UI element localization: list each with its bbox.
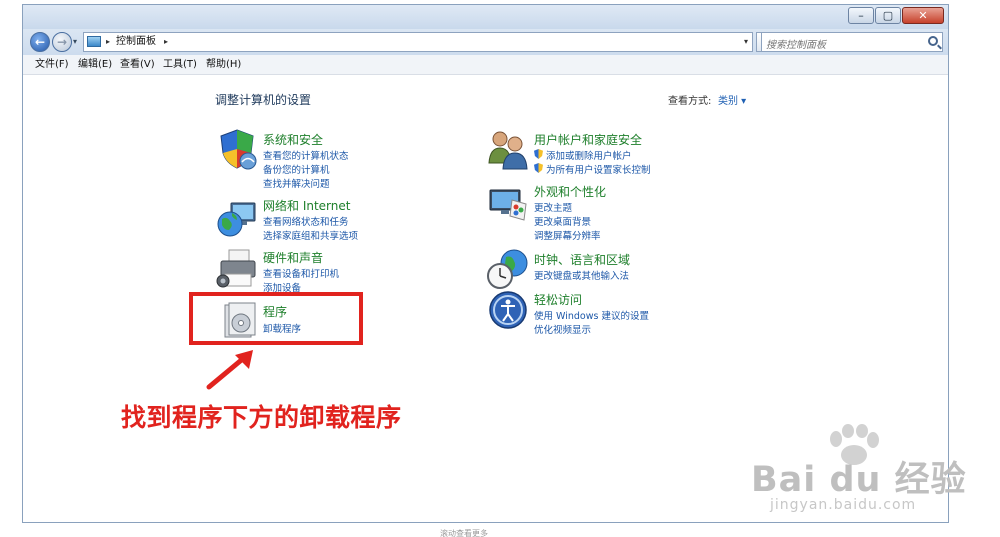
- link-homegroup-sharing[interactable]: 选择家庭组和共享选项: [263, 228, 358, 242]
- printer-icon[interactable]: [215, 247, 259, 291]
- category-system-security-title[interactable]: 系统和安全: [263, 131, 323, 148]
- baidu-watermark-url: jingyan.baidu.com: [770, 497, 917, 513]
- monitor-palette-icon[interactable]: [486, 182, 530, 226]
- breadcrumb-separator-icon[interactable]: ▸: [164, 33, 168, 51]
- control-panel-window: – ▢ ✕ ← → ▾ ▸ 控制面板 ▸ ▾ ↻ 文件(F) 编辑(E) 查看(…: [22, 4, 949, 523]
- category-network-title[interactable]: 网络和 Internet: [263, 197, 350, 214]
- annotation-arrow-icon: [206, 350, 253, 390]
- control-panel-icon: [87, 36, 101, 47]
- clock-globe-icon[interactable]: [486, 247, 530, 291]
- category-hardware-sound-title[interactable]: 硬件和声音: [263, 249, 323, 266]
- link-change-theme[interactable]: 更改主题: [534, 200, 572, 214]
- recent-pages-dropdown-icon[interactable]: ▾: [73, 37, 77, 46]
- uac-shield-icon: [534, 163, 543, 173]
- minimize-button[interactable]: –: [848, 7, 874, 24]
- link-view-network-status[interactable]: 查看网络状态和任务: [263, 214, 349, 228]
- back-button[interactable]: ←: [30, 32, 50, 52]
- ease-of-access-icon[interactable]: [486, 288, 530, 332]
- search-input[interactable]: [762, 36, 912, 55]
- address-dropdown-icon[interactable]: ▾: [744, 33, 748, 51]
- search-box[interactable]: [761, 32, 943, 55]
- address-bar[interactable]: ▸ 控制面板 ▸ ▾: [83, 32, 753, 52]
- breadcrumb-separator-icon[interactable]: ▸: [106, 33, 110, 51]
- category-user-accounts-title[interactable]: 用户帐户和家庭安全: [534, 131, 642, 148]
- link-change-desktop-background[interactable]: 更改桌面背景: [534, 214, 591, 228]
- link-change-keyboard[interactable]: 更改键盘或其他输入法: [534, 268, 629, 282]
- link-devices-printers[interactable]: 查看设备和打印机: [263, 266, 339, 280]
- address-toolbar: ← → ▾ ▸ 控制面板 ▸ ▾ ↻: [23, 29, 948, 55]
- category-ease-of-access-title[interactable]: 轻松访问: [534, 291, 582, 308]
- view-by-dropdown[interactable]: 类别 ▾: [718, 92, 746, 107]
- caption-buttons: – ▢ ✕: [847, 7, 944, 24]
- title-bar[interactable]: – ▢ ✕: [23, 5, 948, 29]
- footer-hint: 滚动查看更多: [440, 529, 488, 537]
- link-windows-suggested-settings[interactable]: 使用 Windows 建议的设置: [534, 308, 649, 322]
- breadcrumb-control-panel[interactable]: 控制面板: [116, 33, 156, 51]
- menu-view[interactable]: 查看(V): [120, 55, 155, 75]
- menu-tools[interactable]: 工具(T): [163, 55, 197, 75]
- menu-edit[interactable]: 编辑(E): [78, 55, 112, 75]
- link-troubleshoot[interactable]: 查找并解决问题: [263, 176, 330, 190]
- page-title: 调整计算机的设置: [215, 93, 312, 107]
- users-icon[interactable]: [486, 127, 530, 171]
- view-by-label: 查看方式:: [668, 96, 712, 107]
- category-clock-language-title[interactable]: 时钟、语言和区域: [534, 251, 630, 268]
- link-backup-computer[interactable]: 备份您的计算机: [263, 162, 330, 176]
- search-icon[interactable]: [928, 36, 938, 46]
- menu-file[interactable]: 文件(F): [35, 55, 69, 75]
- network-globe-icon[interactable]: [215, 197, 259, 241]
- menu-help[interactable]: 帮助(H): [206, 55, 241, 75]
- forward-button[interactable]: →: [52, 32, 72, 52]
- annotation-highlight-box: [189, 292, 363, 345]
- link-view-computer-status[interactable]: 查看您的计算机状态: [263, 148, 349, 162]
- link-parental-controls[interactable]: 为所有用户设置家长控制: [546, 162, 651, 176]
- uac-shield-icon: [534, 149, 543, 159]
- shield-icon[interactable]: [215, 127, 259, 171]
- maximize-button[interactable]: ▢: [875, 7, 901, 24]
- close-button[interactable]: ✕: [902, 7, 944, 24]
- menu-bar: 文件(F) 编辑(E) 查看(V) 工具(T) 帮助(H): [23, 55, 948, 75]
- link-add-remove-accounts[interactable]: 添加或删除用户帐户: [546, 148, 632, 162]
- category-appearance-title[interactable]: 外观和个性化: [534, 183, 606, 200]
- link-adjust-resolution[interactable]: 调整屏幕分辨率: [534, 228, 601, 242]
- baidu-watermark: Bai du 经验: [751, 460, 967, 500]
- annotation-text: 找到程序下方的卸载程序: [121, 403, 402, 432]
- link-optimize-display[interactable]: 优化视频显示: [534, 322, 591, 336]
